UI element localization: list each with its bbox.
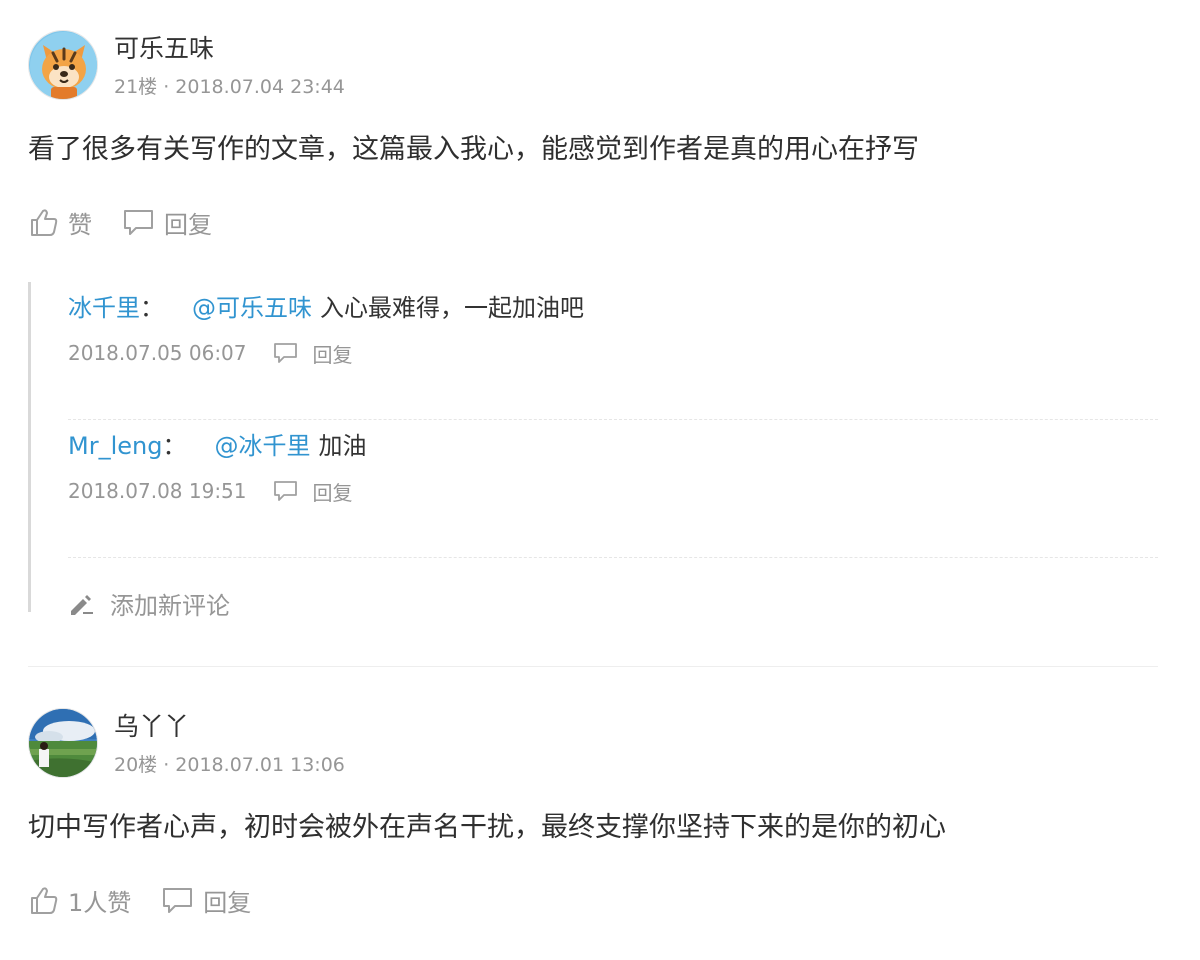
comment-header: 可乐五味 21楼 · 2018.07.04 23:44 [28, 30, 1158, 102]
speech-bubble-icon [273, 343, 297, 363]
sub-reply-button[interactable]: 回复 [273, 477, 353, 506]
thumbs-up-icon [31, 209, 58, 236]
reply-label: 回复 [312, 480, 353, 505]
colon: ： [140, 294, 164, 322]
floor-timestamp: 20楼 · 2018.07.01 13:06 [114, 754, 345, 776]
mention-link[interactable]: @可乐五味 [192, 294, 312, 322]
reply-label: 回复 [203, 888, 252, 917]
sub-comment: 冰千里： @可乐五味 入心最难得，一起加油吧 2018.07.05 06:07 回复 [68, 282, 1158, 420]
add-comment-label: 添加新评论 [110, 592, 230, 620]
username[interactable]: 乌丫丫 [114, 710, 345, 744]
dashed-divider [68, 557, 1158, 558]
speech-bubble-icon [124, 210, 153, 235]
add-comment-button[interactable]: 添加新评论 [68, 586, 1158, 621]
avatar[interactable] [28, 30, 98, 100]
thumbs-up-icon [31, 887, 58, 914]
sub-comment-author[interactable]: Mr_leng [68, 432, 162, 460]
comment-21: 可乐五味 21楼 · 2018.07.04 23:44 看了很多有关写作的文章，… [28, 30, 1158, 242]
like-button[interactable]: 赞 [28, 205, 92, 240]
reply-button[interactable]: 回复 [161, 883, 251, 918]
like-button[interactable]: 1人赞 [28, 883, 131, 918]
sub-reply-button[interactable]: 回复 [273, 339, 353, 368]
sub-comment-time: 2018.07.05 06:07 [68, 341, 247, 365]
sub-comment-author[interactable]: 冰千里 [68, 294, 140, 322]
landscape-photo-avatar [29, 709, 97, 777]
mention-link[interactable]: @冰千里 [214, 432, 310, 460]
sub-comment-text: 加油 [318, 432, 367, 460]
comment-header: 乌丫丫 20楼 · 2018.07.01 13:06 [28, 708, 1158, 780]
speech-bubble-icon [163, 888, 193, 913]
comment-actions: 1人赞 回复 [28, 880, 1158, 920]
username[interactable]: 可乐五味 [114, 32, 345, 66]
floor-timestamp: 21楼 · 2018.07.04 23:44 [114, 76, 345, 98]
comment-text: 切中写作者心声，初时会被外在声名干扰，最终支撑你坚持下来的是你的初心 [28, 812, 946, 843]
tiger-avatar-icon [29, 31, 97, 99]
sub-comment-actions: 2018.07.05 06:07 回复 [68, 338, 1158, 368]
comment-actions: 赞 回复 [28, 202, 1158, 242]
speech-bubble-icon [273, 481, 297, 501]
sub-comment-actions: 2018.07.08 19:51 回复 [68, 476, 1158, 506]
sub-comment-text: 入心最难得，一起加油吧 [320, 294, 584, 322]
colon: ： [162, 432, 187, 460]
comment-text: 看了很多有关写作的文章，这篇最入我心，能感觉到作者是真的用心在抒写 [28, 134, 919, 165]
sub-comment: Mr_leng： @冰千里 加油 2018.07.08 19:51 回复 [68, 420, 1158, 558]
like-label: 赞 [68, 210, 92, 239]
reply-button[interactable]: 回复 [122, 205, 212, 240]
pencil-icon [71, 594, 93, 615]
sub-comment-line: 冰千里： @可乐五味 入心最难得，一起加油吧 [68, 288, 1158, 328]
sub-comment-line: Mr_leng： @冰千里 加油 [68, 426, 1158, 466]
sub-comment-time: 2018.07.08 19:51 [68, 479, 247, 503]
reply-label: 回复 [164, 210, 212, 239]
comment-20: 乌丫丫 20楼 · 2018.07.01 13:06 切中写作者心声，初时会被外… [28, 708, 1158, 920]
reply-label: 回复 [312, 342, 353, 367]
sub-comment-thread: 冰千里： @可乐五味 入心最难得，一起加油吧 2018.07.05 06:07 回复… [28, 282, 1158, 620]
avatar[interactable] [28, 708, 98, 778]
comment-divider [28, 666, 1158, 667]
like-label: 1人赞 [68, 888, 132, 917]
